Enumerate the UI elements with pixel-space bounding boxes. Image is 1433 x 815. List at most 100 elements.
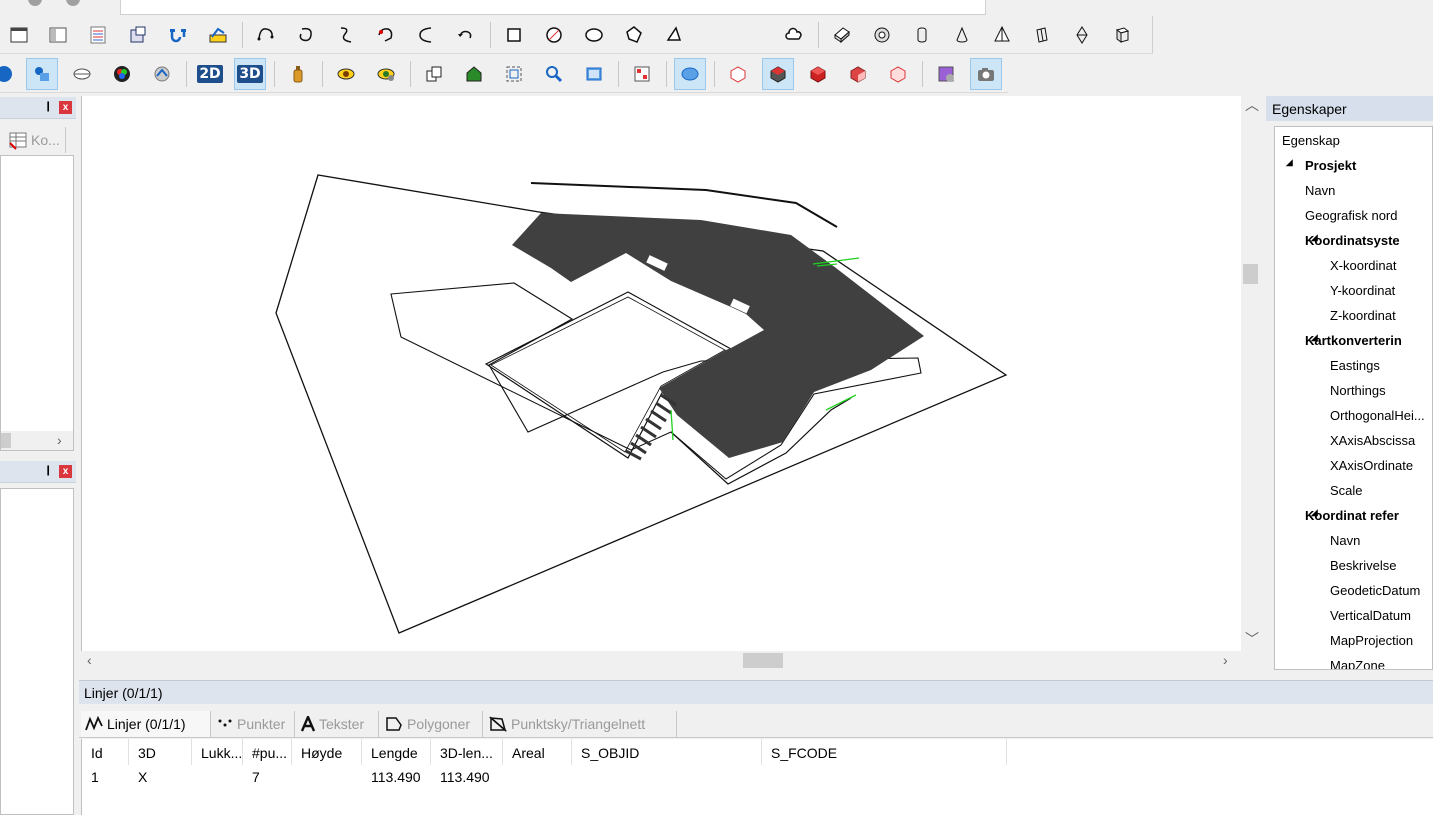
cylinder-icon[interactable] bbox=[906, 19, 938, 51]
property-row[interactable]: Koordinat refer bbox=[1305, 503, 1399, 528]
tab-polygoner[interactable]: Polygoner bbox=[381, 711, 483, 737]
viewport-vscrollbar[interactable]: ︿ ﹀ bbox=[1241, 96, 1260, 651]
column-header[interactable]: S_OBJID bbox=[572, 739, 762, 765]
tab-tekster[interactable]: Tekster bbox=[297, 711, 379, 737]
column-header[interactable]: Lengde bbox=[362, 739, 431, 765]
table-cell[interactable] bbox=[192, 767, 201, 787]
column-header[interactable]: Areal bbox=[503, 739, 572, 765]
box-shaded-icon[interactable] bbox=[842, 58, 874, 90]
property-row[interactable]: MapProjection bbox=[1330, 628, 1413, 653]
house-view-icon[interactable] bbox=[458, 58, 490, 90]
property-row[interactable]: Kartkonverterin bbox=[1305, 328, 1402, 353]
property-row[interactable]: Geografisk nord bbox=[1305, 203, 1398, 228]
spline-draw-icon[interactable] bbox=[330, 19, 362, 51]
rgb-color-icon[interactable] bbox=[106, 58, 138, 90]
view-2d-button[interactable]: 2D bbox=[194, 58, 226, 90]
property-row[interactable]: XAxisOrdinate bbox=[1330, 453, 1413, 478]
box-solid-red-icon[interactable] bbox=[802, 58, 834, 90]
close-icon[interactable]: x bbox=[59, 465, 72, 478]
property-row[interactable]: Beskrivelse bbox=[1330, 553, 1396, 578]
ellipse-icon[interactable] bbox=[578, 19, 610, 51]
screen-icon[interactable] bbox=[578, 58, 610, 90]
table-cell[interactable]: 113.490 bbox=[362, 767, 421, 787]
torus-icon[interactable] bbox=[866, 19, 898, 51]
box-textured-icon[interactable] bbox=[762, 58, 794, 90]
column-header[interactable]: Id bbox=[82, 739, 129, 765]
3d-drawing[interactable] bbox=[82, 96, 1242, 651]
column-header[interactable]: S_FCODE bbox=[762, 739, 1007, 765]
triangle-icon[interactable] bbox=[658, 19, 690, 51]
scroll-right-arrow-icon[interactable]: › bbox=[1223, 651, 1228, 669]
column-header[interactable]: #pu... bbox=[243, 739, 292, 765]
property-row[interactable]: Navn bbox=[1305, 178, 1335, 203]
property-row[interactable]: Scale bbox=[1330, 478, 1363, 503]
table-cell[interactable] bbox=[292, 767, 301, 787]
pyramid-icon[interactable] bbox=[986, 19, 1018, 51]
diamond-solid-icon[interactable] bbox=[1066, 19, 1098, 51]
tab-punkter[interactable]: Punkter bbox=[213, 711, 295, 737]
eye-settings-icon[interactable] bbox=[370, 58, 402, 90]
column-header[interactable]: Høyde bbox=[292, 739, 362, 765]
property-row[interactable]: Z-koordinat bbox=[1330, 303, 1396, 328]
address-field[interactable] bbox=[120, 0, 986, 15]
tab-koordinat[interactable]: Ko... bbox=[8, 127, 66, 153]
viewport-hscrollbar[interactable]: ‹ › bbox=[81, 651, 1241, 670]
property-row[interactable]: Y-koordinat bbox=[1330, 278, 1395, 303]
scroll-down-arrow-icon[interactable]: ﹀ bbox=[1245, 630, 1259, 648]
cone-icon[interactable] bbox=[946, 19, 978, 51]
eye-icon[interactable] bbox=[330, 58, 362, 90]
bottle-icon[interactable] bbox=[282, 58, 314, 90]
property-row[interactable]: Eastings bbox=[1330, 353, 1380, 378]
shapes-icon[interactable] bbox=[26, 58, 58, 90]
arc-draw-icon[interactable] bbox=[410, 19, 442, 51]
pin-icon[interactable]: ❙ bbox=[44, 465, 52, 476]
property-row[interactable]: Prosjekt bbox=[1305, 153, 1356, 178]
scroll-left-arrow-icon[interactable]: ‹ bbox=[87, 651, 92, 669]
view-3d-button[interactable]: 3D bbox=[234, 58, 266, 90]
box-wire-icon[interactable] bbox=[722, 58, 754, 90]
table-cell[interactable]: 7 bbox=[243, 767, 260, 787]
camera-icon[interactable] bbox=[970, 58, 1002, 90]
edit-vertex-icon[interactable] bbox=[370, 19, 402, 51]
column-header[interactable]: Lukk... bbox=[192, 739, 243, 765]
property-row[interactable]: OrthogonalHei... bbox=[1330, 403, 1425, 428]
render-sphere-icon[interactable] bbox=[146, 58, 178, 90]
expand-triangle-icon[interactable] bbox=[1285, 159, 1297, 170]
tab-punktsky[interactable]: Punktsky/Triangelnett bbox=[485, 711, 677, 737]
window-control-icon[interactable] bbox=[66, 0, 80, 6]
panel-icon[interactable] bbox=[42, 19, 74, 51]
polyline-draw-icon[interactable] bbox=[250, 19, 282, 51]
property-row[interactable]: Northings bbox=[1330, 378, 1386, 403]
swap-icon[interactable] bbox=[162, 19, 194, 51]
curve-draw-icon[interactable] bbox=[290, 19, 322, 51]
property-row[interactable]: XAxisAbscissa bbox=[1330, 428, 1415, 453]
box-solid-icon[interactable] bbox=[826, 19, 858, 51]
obj-view-icon[interactable] bbox=[674, 58, 706, 90]
roof-dark-surface[interactable] bbox=[512, 213, 924, 458]
property-row[interactable]: MapZone bbox=[1330, 653, 1385, 669]
zoom-icon[interactable] bbox=[538, 58, 570, 90]
property-row[interactable]: Navn bbox=[1330, 528, 1360, 553]
3d-viewport[interactable] bbox=[81, 96, 1241, 651]
cube-icon[interactable] bbox=[1106, 19, 1138, 51]
scroll-right-arrow-icon[interactable]: › bbox=[57, 431, 62, 449]
property-row[interactable]: Koordinatsyste bbox=[1305, 228, 1400, 253]
prism-icon[interactable] bbox=[1026, 19, 1058, 51]
table-cell[interactable]: X bbox=[129, 767, 147, 787]
new-window-icon[interactable] bbox=[3, 19, 35, 51]
table-cell[interactable] bbox=[503, 767, 512, 787]
report-icon[interactable] bbox=[626, 58, 658, 90]
table-cell[interactable] bbox=[572, 767, 581, 787]
scroll-up-arrow-icon[interactable]: ︿ bbox=[1245, 96, 1259, 114]
table-cell[interactable] bbox=[762, 767, 771, 787]
zoom-extents-icon[interactable] bbox=[498, 58, 530, 90]
image-edit-icon[interactable] bbox=[930, 58, 962, 90]
measure-icon[interactable] bbox=[202, 19, 234, 51]
cloud-icon[interactable] bbox=[778, 19, 810, 51]
column-header[interactable]: 3D-len... bbox=[431, 739, 503, 765]
undo-arc-icon[interactable] bbox=[450, 19, 482, 51]
table-cell[interactable]: 113.490 bbox=[431, 767, 490, 787]
left-dock-hscrollbar[interactable]: › bbox=[1, 431, 73, 450]
box-transparent-icon[interactable] bbox=[882, 58, 914, 90]
column-header[interactable]: 3D bbox=[129, 739, 192, 765]
